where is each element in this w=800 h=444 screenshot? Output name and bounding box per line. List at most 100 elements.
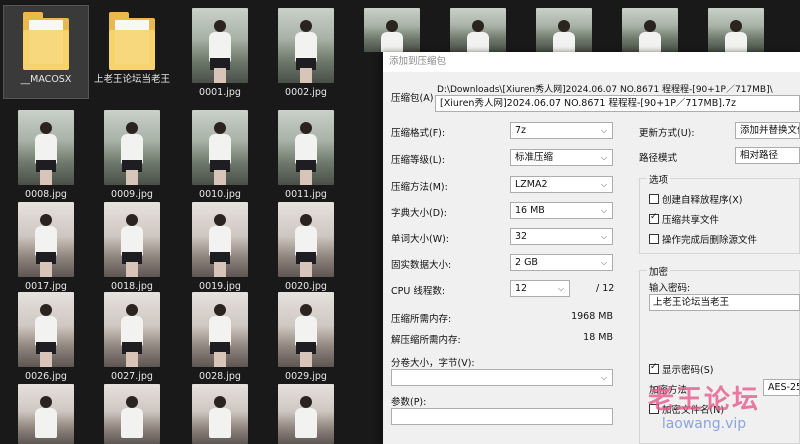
file-tile[interactable]: [178, 384, 262, 444]
image-thumbnail: [18, 292, 74, 367]
image-thumbnail: [364, 8, 420, 52]
enc-names-checkbox[interactable]: 加密文件名(N): [649, 402, 724, 416]
enc-names-label: 加密文件名(N): [662, 405, 725, 416]
image-thumbnail: [104, 292, 160, 367]
options-title: 选项: [647, 172, 671, 186]
password-label: 输入密码:: [649, 283, 691, 294]
solid-value: 2 GB: [515, 257, 538, 268]
file-label: 0009.jpg: [111, 189, 153, 200]
file-label: 0028.jpg: [199, 371, 241, 382]
chevron-down-icon: ⌵: [600, 153, 608, 162]
file-label: 0001.jpg: [199, 87, 241, 98]
format-label: 压缩格式(F):: [391, 128, 446, 139]
file-tile[interactable]: [436, 8, 520, 52]
format-value: 7z: [515, 125, 527, 136]
folder-macosx[interactable]: __MACOSX: [3, 5, 89, 99]
file-tile[interactable]: [4, 384, 88, 444]
show-password-checkbox[interactable]: 显示密码(S): [649, 362, 713, 376]
file-tile[interactable]: [264, 384, 348, 444]
method-select[interactable]: LZMA2 ⌵: [510, 176, 613, 193]
file-tile[interactable]: [522, 8, 606, 52]
image-thumbnail: [192, 384, 248, 444]
enc-method-select[interactable]: AES-256: [763, 379, 800, 396]
split-select[interactable]: ⌵: [391, 369, 613, 386]
checkbox-box: [649, 404, 659, 414]
delete-label: 操作完成后删除源文件: [662, 235, 758, 246]
file-label: 0029.jpg: [285, 371, 327, 382]
method-value: LZMA2: [515, 179, 548, 190]
chevron-down-icon: ⌵: [600, 258, 608, 267]
image-thumbnail: [192, 8, 248, 83]
solid-select[interactable]: 2 GB ⌵: [510, 254, 613, 271]
archive-path: D:\Downloads\[Xiuren秀人网]2024.06.07 NO.86…: [437, 85, 773, 95]
level-value: 标准压缩: [515, 152, 554, 163]
folder-label: __MACOSX: [20, 74, 72, 85]
cpu-select[interactable]: 12 ⌵: [510, 280, 570, 297]
shared-checkbox[interactable]: 压缩共享文件: [649, 212, 719, 226]
sfx-label: 创建自释放程序(X): [662, 195, 743, 206]
file-tile[interactable]: 0019.jpg: [178, 202, 262, 293]
file-tile[interactable]: 0029.jpg: [264, 292, 348, 383]
mem-decomp-value: 18 MB: [583, 332, 613, 343]
dict-label: 字典大小(D):: [391, 208, 447, 219]
update-label: 更新方式(U):: [639, 128, 695, 139]
archive-label: 压缩包(A): [391, 93, 434, 104]
image-thumbnail: [536, 8, 592, 52]
sfx-checkbox[interactable]: 创建自释放程序(X): [649, 192, 742, 206]
file-label: 0010.jpg: [199, 189, 241, 200]
file-tile[interactable]: 0020.jpg: [264, 202, 348, 293]
update-value: 添加并替换文件: [740, 125, 800, 136]
level-select[interactable]: 标准压缩 ⌵: [510, 149, 613, 166]
params-input[interactable]: [391, 408, 613, 425]
dict-select[interactable]: 16 MB ⌵: [510, 202, 613, 219]
file-label: 0027.jpg: [111, 371, 153, 382]
folder-label: 上老王论坛当老王: [93, 74, 170, 85]
chevron-down-icon: ⌵: [600, 180, 608, 189]
chevron-down-icon: ⌵: [600, 206, 608, 215]
file-tile[interactable]: 0028.jpg: [178, 292, 262, 383]
file-label: 0002.jpg: [285, 87, 327, 98]
file-tile[interactable]: 0027.jpg: [90, 292, 174, 383]
word-value: 32: [515, 231, 528, 242]
delete-checkbox[interactable]: 操作完成后删除源文件: [649, 232, 757, 246]
update-select[interactable]: 添加并替换文件: [735, 122, 800, 139]
add-to-archive-dialog: 添加到压缩包 压缩包(A) D:\Downloads\[Xiuren秀人网]20…: [383, 52, 800, 444]
split-label: 分卷大小，字节(V):: [391, 358, 475, 369]
word-label: 单词大小(W):: [391, 234, 450, 245]
format-select[interactable]: 7z ⌵: [510, 122, 613, 139]
file-tile[interactable]: [350, 8, 434, 52]
mem-comp-label: 压缩所需内存:: [391, 314, 452, 325]
image-thumbnail: [192, 292, 248, 367]
folder-laowang[interactable]: 上老王论坛当老王: [90, 6, 174, 86]
file-tile[interactable]: 0009.jpg: [90, 110, 174, 201]
word-select[interactable]: 32 ⌵: [510, 228, 613, 245]
pathmode-select[interactable]: 相对路径: [735, 147, 800, 164]
image-thumbnail: [278, 8, 334, 83]
file-tile[interactable]: 0011.jpg: [264, 110, 348, 201]
file-tile[interactable]: 0002.jpg: [264, 8, 348, 99]
file-tile[interactable]: [608, 8, 692, 52]
image-thumbnail: [278, 202, 334, 277]
image-thumbnail: [278, 292, 334, 367]
file-tile[interactable]: [694, 8, 778, 52]
archive-name-combo[interactable]: [Xiuren秀人网]2024.06.07 NO.8671 程程程-[90+1P…: [435, 95, 800, 112]
image-thumbnail: [278, 110, 334, 185]
file-tile[interactable]: [90, 384, 174, 444]
file-tile[interactable]: 0010.jpg: [178, 110, 262, 201]
file-tile[interactable]: 0018.jpg: [90, 202, 174, 293]
file-tile[interactable]: 0017.jpg: [4, 202, 88, 293]
file-tile[interactable]: 0026.jpg: [4, 292, 88, 383]
chevron-down-icon: ⌵: [600, 373, 608, 382]
checkbox-box: [649, 234, 659, 244]
encrypt-title: 加密: [647, 264, 671, 278]
password-input[interactable]: 上老王论坛当老王: [649, 294, 800, 311]
image-thumbnail: [18, 110, 74, 185]
solid-label: 固实数据大小:: [391, 260, 452, 271]
show-password-label: 显示密码(S): [662, 365, 714, 376]
checkbox-checked: [649, 212, 659, 224]
file-tile[interactable]: 0001.jpg: [178, 8, 262, 99]
image-thumbnail: [278, 384, 334, 444]
image-thumbnail: [18, 202, 74, 277]
file-tile[interactable]: 0008.jpg: [4, 110, 88, 201]
enc-method-label: 加密方法: [649, 385, 688, 396]
